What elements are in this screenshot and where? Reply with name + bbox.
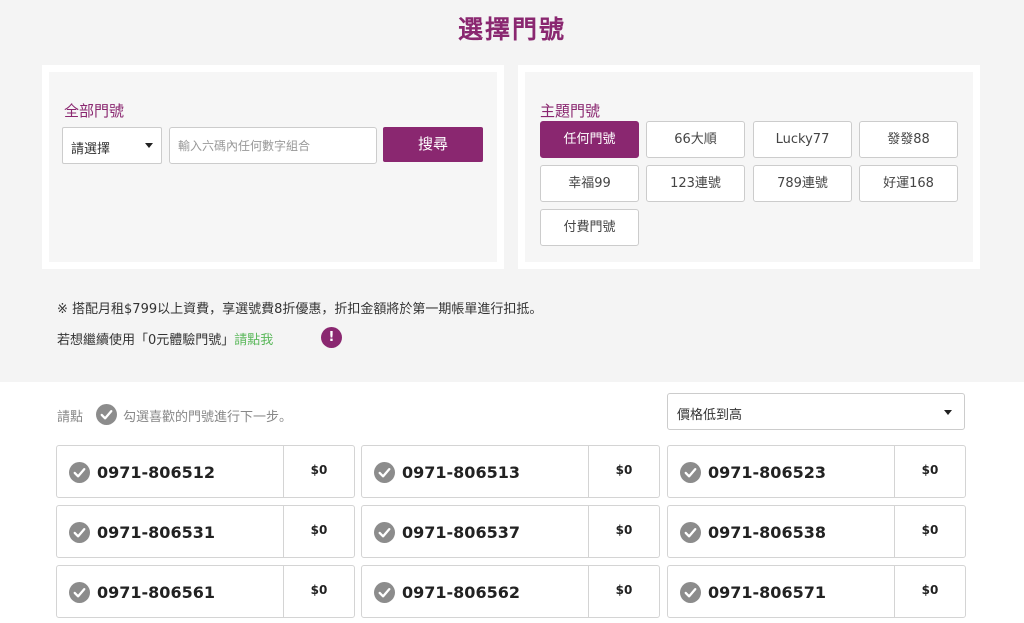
number-card[interactable]: 0971-806523 $0 — [667, 445, 966, 498]
theme-numbers-label: 主題門號 — [540, 102, 601, 120]
phone-number: 0971-806537 — [402, 523, 520, 542]
all-numbers-label: 全部門號 — [64, 102, 125, 120]
theme-button-lucky77[interactable]: Lucky77 — [753, 121, 852, 158]
number-price: $0 — [921, 463, 939, 477]
number-card[interactable]: 0971-806537 $0 — [361, 505, 660, 558]
check-circle-icon[interactable] — [374, 522, 395, 543]
number-card[interactable]: 0971-806562 $0 — [361, 565, 660, 618]
number-search-input[interactable] — [169, 127, 377, 164]
trial-number-link[interactable]: 請點我 — [234, 333, 273, 348]
number-price: $0 — [921, 583, 939, 597]
number-card[interactable]: 0971-806512 $0 — [56, 445, 355, 498]
prefix-select-value: 請選擇 — [71, 142, 111, 157]
all-numbers-panel: 全部門號 請選擇 搜尋 — [42, 65, 504, 269]
check-circle-icon[interactable] — [680, 582, 701, 603]
caret-down-icon — [944, 410, 952, 415]
phone-number: 0971-806513 — [402, 463, 520, 482]
theme-button-789[interactable]: 789連號 — [753, 165, 852, 202]
discount-note: ※ 搭配月租$799以上資費，享選號費8折優惠，折扣金額將於第一期帳單進行扣抵。 — [57, 302, 543, 317]
check-circle-icon[interactable] — [680, 462, 701, 483]
theme-button-any[interactable]: 任何門號 — [540, 121, 639, 158]
check-circle-icon[interactable] — [69, 522, 90, 543]
phone-number: 0971-806562 — [402, 583, 520, 602]
theme-button-66[interactable]: 66大順 — [646, 121, 745, 158]
number-price: $0 — [310, 523, 328, 537]
number-price: $0 — [615, 583, 633, 597]
number-price: $0 — [310, 463, 328, 477]
number-price: $0 — [615, 463, 633, 477]
number-card[interactable]: 0971-806571 $0 — [667, 565, 966, 618]
sort-select-value: 價格低到高 — [677, 408, 743, 423]
number-price: $0 — [310, 583, 328, 597]
page-title: 選擇門號 — [457, 15, 566, 44]
number-price: $0 — [921, 523, 939, 537]
hint-prefix: 請點 — [57, 410, 84, 425]
hint-suffix: 勾選喜歡的門號進行下一步。 — [123, 410, 293, 425]
phone-number: 0971-806512 — [97, 463, 215, 482]
number-card[interactable]: 0971-806538 $0 — [667, 505, 966, 558]
number-card[interactable]: 0971-806513 $0 — [361, 445, 660, 498]
check-circle-icon[interactable] — [374, 582, 395, 603]
number-card[interactable]: 0971-806561 $0 — [56, 565, 355, 618]
check-circle-icon — [96, 404, 117, 425]
sort-select[interactable]: 價格低到高 — [667, 393, 965, 430]
number-card[interactable]: 0971-806531 $0 — [56, 505, 355, 558]
exclamation-icon[interactable]: ! — [321, 327, 342, 348]
check-circle-icon[interactable] — [69, 462, 90, 483]
caret-down-icon — [145, 143, 153, 148]
theme-button-168[interactable]: 好運168 — [859, 165, 958, 202]
prefix-select[interactable]: 請選擇 — [62, 127, 162, 164]
trial-number-text: 若想繼續使用「0元體驗門號」 — [57, 333, 235, 348]
theme-button-99[interactable]: 幸福99 — [540, 165, 639, 202]
check-circle-icon[interactable] — [69, 582, 90, 603]
theme-button-123[interactable]: 123連號 — [646, 165, 745, 202]
number-price: $0 — [615, 523, 633, 537]
phone-number: 0971-806531 — [97, 523, 215, 542]
theme-numbers-panel: 主題門號 任何門號 66大順 Lucky77 發發88 幸福99 123連號 7… — [518, 65, 980, 269]
theme-button-88[interactable]: 發發88 — [859, 121, 958, 158]
trial-number-note: 若想繼續使用「0元體驗門號」請點我 — [57, 329, 273, 348]
phone-number: 0971-806523 — [708, 463, 826, 482]
phone-number: 0971-806561 — [97, 583, 215, 602]
phone-number: 0971-806571 — [708, 583, 826, 602]
phone-number: 0971-806538 — [708, 523, 826, 542]
theme-button-paid[interactable]: 付費門號 — [540, 209, 639, 246]
check-circle-icon[interactable] — [374, 462, 395, 483]
check-circle-icon[interactable] — [680, 522, 701, 543]
search-button[interactable]: 搜尋 — [383, 127, 483, 162]
